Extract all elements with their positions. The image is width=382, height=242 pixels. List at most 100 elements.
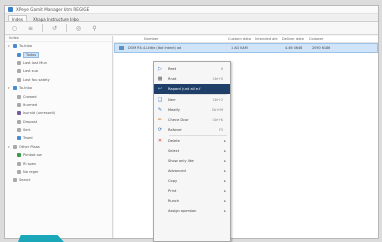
- delivery-date-cell: 4.46 4646: [285, 46, 303, 50]
- sidebar-item-trsed[interactable]: Trsed: [5, 134, 112, 142]
- sidebar-item-label: No reger: [23, 170, 39, 175]
- submenu-arrow-icon: ▸: [224, 139, 226, 143]
- blank-icon: [157, 178, 163, 184]
- toolbar-separator: [42, 24, 43, 32]
- settings-icon[interactable]: ◎: [74, 24, 83, 33]
- search-icon[interactable]: ⚲: [90, 24, 99, 33]
- folder-icon: [17, 60, 21, 65]
- sidebar-item-other-places[interactable]: ▾ Other Plaos: [5, 143, 112, 151]
- menu-bar: Index Xhapa Instructure Inbo: [5, 14, 378, 22]
- menu-item-select[interactable]: Select ▸: [154, 146, 230, 156]
- brush-icon: ✏: [157, 117, 163, 123]
- sidebar-item-label: Todos: [23, 51, 40, 58]
- back-icon[interactable]: ○: [10, 24, 19, 33]
- new-icon: ❑: [157, 97, 163, 103]
- sidebar-item-label: Pimbat ow: [23, 153, 42, 158]
- title-bar: XPeye Gamit Manager ktm REGIGE: [5, 6, 378, 14]
- sidebar-item-isurnid[interactable]: Isurnid (unresorti): [5, 109, 112, 117]
- sidebar-item-ri-spes[interactable]: Ri spes: [5, 159, 112, 167]
- menu-item-label: Runch: [168, 199, 180, 203]
- menu-item-assign-opersion[interactable]: Assign opersion ▸: [154, 206, 230, 216]
- message-subject: DOM R5-4-Ltttle (Itot Intent) ad: [128, 46, 182, 50]
- sidebar-item-sert[interactable]: Sert: [5, 126, 112, 134]
- send-icon: [17, 128, 21, 133]
- sidebar-item-todos[interactable]: Todos: [5, 50, 112, 58]
- folder-icon: [13, 86, 17, 91]
- collapse-icon[interactable]: ▾: [8, 145, 12, 149]
- sidebar-item-search[interactable]: Searct: [5, 176, 112, 184]
- message-icon: [119, 46, 124, 50]
- accent-tab-shape: [18, 235, 64, 242]
- sidebar-item-to-inbox-2[interactable]: ▾ To-Inbo: [5, 84, 112, 92]
- menu-item-label: Delete: [168, 139, 180, 143]
- folder-icon: [17, 77, 21, 82]
- menu-item-runch[interactable]: Runch ▸: [154, 196, 230, 206]
- menu-item-mealfy[interactable]: ✎ Mealfy Ctrl+M: [154, 105, 230, 115]
- menu-item-label: Show only like: [168, 159, 194, 163]
- toolbar: ○ ≡ ↺ ◎ ⚲: [5, 22, 378, 35]
- folder-icon: [17, 94, 21, 99]
- menu-item-show-only-like[interactable]: Show only like ▸: [154, 156, 230, 166]
- column-header[interactable]: Deliver date: [280, 37, 307, 41]
- sidebar-item-label: Sert: [23, 128, 31, 133]
- sidebar-item-label: Last suo: [23, 69, 38, 74]
- menu-item-reet[interactable]: ▷ Reet X: [154, 64, 230, 74]
- blank-icon: [157, 208, 163, 214]
- window-title: XPeye Gamit Manager ktm REGIGE: [16, 7, 90, 12]
- menu-item-copy[interactable]: Copy ▸: [154, 176, 230, 186]
- menu-item-chece-dcor[interactable]: ✏ Chece Dcor Ctrl+K: [154, 115, 230, 125]
- menu-item-advanced[interactable]: Advanced ▸: [154, 166, 230, 176]
- column-header[interactable]: Custom data: [226, 37, 253, 41]
- menu-item-print[interactable]: Print ▸: [154, 186, 230, 196]
- sidebar-item-to-inbox[interactable]: ▾ To-Inbo: [5, 42, 112, 50]
- submenu-arrow-icon: ▸: [224, 169, 226, 173]
- edit-icon: ✎: [157, 107, 163, 113]
- search-icon: [13, 178, 17, 183]
- tab-index[interactable]: Index: [8, 15, 28, 22]
- menu-item-shortcut: X: [220, 67, 223, 71]
- sidebar-item-last-satety[interactable]: Last fou satety: [5, 76, 112, 84]
- sidebar-item-pimbat-ow[interactable]: Pimbat ow: [5, 151, 112, 159]
- menu-item-label: Select: [168, 149, 180, 153]
- sidebar-item-label: Other Plaos: [19, 144, 40, 149]
- sidebar-item-last-suo[interactable]: Last suo: [5, 67, 112, 75]
- sidebar-item-label: Searct: [19, 178, 31, 183]
- folder-icon: [17, 102, 21, 107]
- column-header[interactable]: Colower: [307, 37, 334, 41]
- sidebar-item-label: Last last Mun: [23, 60, 47, 65]
- menu-item-nerr[interactable]: ❑ Nerr Ctrl+2: [154, 95, 230, 105]
- collapse-icon[interactable]: ▾: [8, 44, 12, 48]
- column-header[interactable]: Number: [114, 37, 226, 41]
- collapse-icon[interactable]: ▾: [8, 86, 12, 90]
- toolbar-separator: [66, 24, 67, 32]
- sidebar-item-last-mun[interactable]: Last last Mun: [5, 59, 112, 67]
- context-menu: ▷ Reet X ▩ Rnot Ctrl+S ↩ Rapard (unt ail…: [153, 61, 231, 242]
- menu-item-label: Rnot: [168, 77, 177, 81]
- sidebar-item-label: Last fou satety: [23, 77, 50, 82]
- menu-item-rapard[interactable]: ↩ Rapard (unt ail e.f: [154, 84, 230, 94]
- sidebar-item-label: Iturmed: [23, 102, 38, 107]
- sidebar-item-iturmed[interactable]: Iturmed: [5, 101, 112, 109]
- submenu-arrow-icon: ▸: [224, 199, 226, 203]
- column-header[interactable]: Intended ale: [253, 37, 280, 41]
- sidebar-item-dropost[interactable]: Dropost: [5, 118, 112, 126]
- menu-item-shortcut: Ctrl+K: [212, 118, 223, 122]
- sidebar-item-no-reger[interactable]: No reger: [5, 168, 112, 176]
- sidebar-item-crowed[interactable]: Crowed: [5, 92, 112, 100]
- sidebar-item-label: Ri spes: [23, 161, 36, 166]
- flag-icon: [17, 153, 21, 158]
- menu-item-rafover[interactable]: ⟳ Rafover F5: [154, 125, 230, 135]
- table-row[interactable]: DOM R5-4-Ltttle (Itot Intent) ad 1 AO KA…: [114, 43, 378, 53]
- inbox-icon: [17, 52, 21, 57]
- refresh-icon[interactable]: ↺: [50, 24, 59, 33]
- menu-item-label: Chece Dcor: [168, 118, 189, 122]
- forward-icon[interactable]: ≡: [26, 24, 35, 33]
- tab-instructure-inbox[interactable]: Xhapa Instructure Inbo: [29, 15, 83, 22]
- menu-item-shortcut: Ctrl+M: [211, 108, 223, 112]
- menu-item-delete[interactable]: ✕ Delete ▸: [154, 136, 230, 146]
- menu-item-label: Print: [168, 189, 177, 193]
- menu-item-rnot[interactable]: ▩ Rnot Ctrl+S: [154, 74, 230, 84]
- app-icon: [8, 7, 13, 12]
- folder-icon: [17, 119, 21, 124]
- menu-item-shortcut: Ctrl+S: [212, 77, 223, 81]
